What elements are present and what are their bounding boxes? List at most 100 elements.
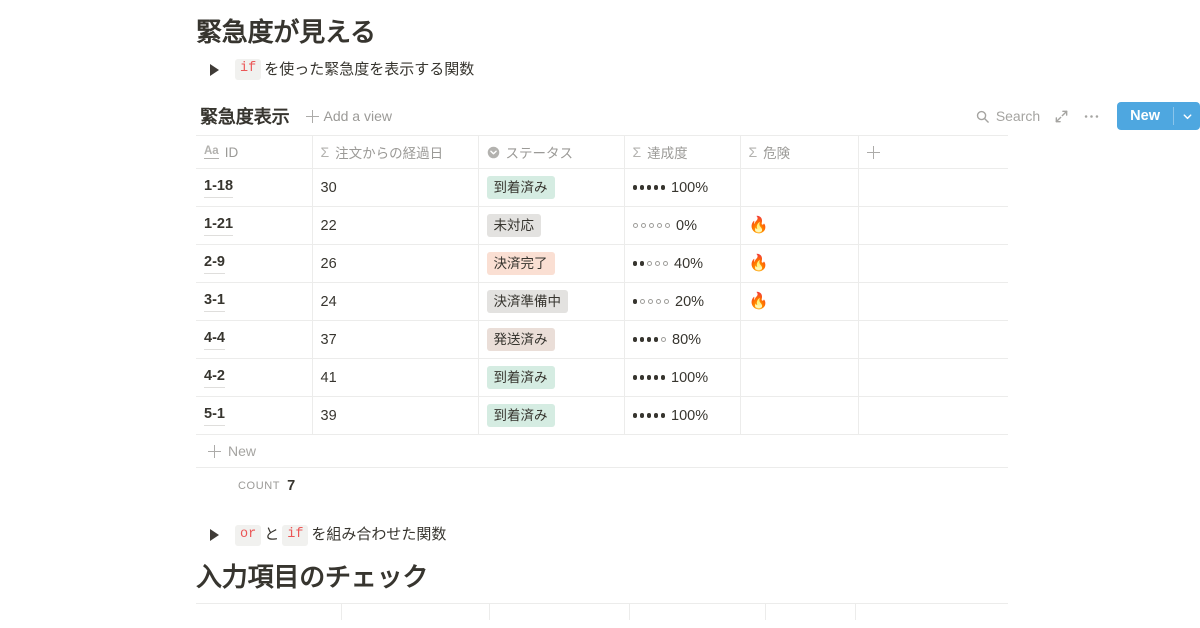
cell-status[interactable]: 決済完了 [478, 244, 625, 283]
progress-dot-filled [639, 413, 644, 418]
record-id-link[interactable]: 2-9 [204, 253, 225, 274]
cell-id[interactable]: 1-21 [196, 206, 313, 245]
table-row[interactable]: 5-1 39 到着済み 100% [196, 396, 1008, 435]
cell-id[interactable]: 5-1 [196, 396, 313, 435]
cell-status[interactable]: 到着済み [478, 396, 625, 435]
cell-risk[interactable] [740, 320, 859, 359]
column-header-id[interactable]: Aa ID [196, 135, 313, 169]
progress-dot-filled [639, 337, 644, 342]
cell-risk[interactable] [740, 358, 859, 397]
cell-risk[interactable]: 🔥 [740, 282, 859, 321]
fire-icon: 🔥 [748, 254, 769, 272]
cell-id[interactable]: 4-2 [196, 358, 313, 397]
heading-block-1: 緊急度が見える [196, 0, 1200, 55]
table-body: 1-18 30 到着済み 100% 1-21 22 未対応 0% 🔥 2-9 26 決済完了 40% 🔥 3… [196, 168, 1008, 435]
record-id-link[interactable]: 1-18 [204, 177, 234, 198]
cell-achievement[interactable]: 40% [624, 244, 741, 283]
new-record-label: New [228, 443, 257, 459]
progress-dot-filled [639, 375, 644, 380]
record-id-link[interactable]: 5-1 [204, 405, 225, 426]
cell-days[interactable]: 39 [312, 396, 479, 435]
table-row[interactable]: 1-21 22 未対応 0% 🔥 [196, 206, 1008, 245]
cell-achievement[interactable]: 20% [624, 282, 741, 321]
page-content: 緊急度が見える if を使った緊急度を表示する関数 緊急度表示 Add a vi… [196, 0, 1200, 620]
cell-days[interactable]: 24 [312, 282, 479, 321]
cell-days[interactable]: 41 [312, 358, 479, 397]
column-header-achievement[interactable]: Σ 達成度 [624, 135, 741, 169]
more-options-button[interactable] [1076, 105, 1107, 128]
cell-risk[interactable]: 🔥 [740, 206, 859, 245]
cell-status[interactable]: 決済準備中 [478, 282, 625, 321]
search-icon [975, 109, 990, 124]
cell-achievement[interactable]: 100% [624, 358, 741, 397]
cell-status[interactable]: 到着済み [478, 168, 625, 207]
new-record-row[interactable]: New [196, 435, 1008, 468]
cell-achievement[interactable]: 0% [624, 206, 741, 245]
column-header-days[interactable]: Σ 注文からの経過日 [312, 135, 479, 169]
count-summary-row[interactable]: COUNT 7 [196, 468, 1008, 504]
toggle-block-2[interactable]: or と if を組み合わせた関数 [196, 520, 1200, 551]
table-row[interactable]: 1-18 30 到着済み 100% [196, 168, 1008, 207]
table-header-row: Aa ID Σ 注文からの経過日 ステータス Σ 達成度 Σ 危険 [196, 135, 1008, 169]
database-table: Aa ID Σ 注文からの経過日 ステータス Σ 達成度 Σ 危険 1-18 3… [196, 135, 1008, 435]
cell-days[interactable]: 26 [312, 244, 479, 283]
table-row[interactable]: 4-2 41 到着済み 100% [196, 358, 1008, 397]
cell-id[interactable]: 3-1 [196, 282, 313, 321]
progress-dot-empty [648, 222, 654, 229]
page-heading-1: 緊急度が見える [196, 17, 376, 47]
new-button[interactable]: New [1117, 102, 1200, 130]
cell-achievement[interactable]: 80% [624, 320, 741, 359]
progress-dot-filled [660, 375, 665, 380]
progress-dots [632, 222, 670, 229]
cell-days[interactable]: 30 [312, 168, 479, 207]
cell-risk[interactable]: 🔥 [740, 244, 859, 283]
partial-column-6 [856, 604, 1008, 620]
cell-id[interactable]: 4-4 [196, 320, 313, 359]
cell-id[interactable]: 2-9 [196, 244, 313, 283]
cell-days[interactable]: 37 [312, 320, 479, 359]
progress-dots [632, 260, 668, 267]
expand-button[interactable] [1047, 105, 1076, 128]
plus-icon [866, 145, 880, 159]
progress-dot-filled [632, 299, 637, 304]
table-row[interactable]: 4-4 37 発送済み 80% [196, 320, 1008, 359]
cell-status[interactable]: 発送済み [478, 320, 625, 359]
cell-achievement[interactable]: 100% [624, 168, 741, 207]
table-row[interactable]: 3-1 24 決済準備中 20% 🔥 [196, 282, 1008, 321]
column-header-risk[interactable]: Σ 危険 [740, 135, 859, 169]
record-id-link[interactable]: 4-2 [204, 367, 225, 388]
expand-arrows-icon [1054, 109, 1069, 124]
progress-dot-empty [662, 260, 668, 267]
column-header-status[interactable]: ステータス [478, 135, 625, 169]
add-view-button[interactable]: Add a view [305, 108, 392, 124]
cell-achievement[interactable]: 100% [624, 396, 741, 435]
table-row[interactable]: 2-9 26 決済完了 40% 🔥 [196, 244, 1008, 283]
progress-dot-filled [632, 261, 637, 266]
search-button[interactable]: Search [968, 104, 1047, 128]
progress-dot-empty [647, 298, 653, 305]
column-header-add[interactable] [858, 135, 1008, 169]
cell-status[interactable]: 到着済み [478, 358, 625, 397]
toggle-block-1[interactable]: if を使った緊急度を表示する関数 [196, 55, 1200, 86]
triangle-right-icon[interactable] [196, 529, 232, 542]
achievement-percent: 100% [671, 407, 709, 424]
toggle-text-2: を組み合わせた関数 [311, 526, 447, 543]
progress-dot-empty [655, 298, 661, 305]
record-id-link[interactable]: 4-4 [204, 329, 225, 350]
add-view-label: Add a view [323, 108, 392, 124]
cell-days[interactable]: 22 [312, 206, 479, 245]
partial-column-3 [490, 604, 630, 620]
progress-dot-filled [660, 413, 665, 418]
cell-risk[interactable] [740, 396, 859, 435]
cell-risk[interactable] [740, 168, 859, 207]
cell-id[interactable]: 1-18 [196, 168, 313, 207]
record-id-link[interactable]: 1-21 [204, 215, 234, 236]
progress-dot-filled [646, 185, 651, 190]
chevron-down-icon[interactable] [1174, 102, 1200, 130]
record-id-link[interactable]: 3-1 [204, 291, 225, 312]
cell-empty [858, 396, 1008, 435]
cell-status[interactable]: 未対応 [478, 206, 625, 245]
database-title[interactable]: 緊急度表示 [200, 103, 290, 129]
achievement-percent: 100% [671, 179, 709, 196]
triangle-right-icon[interactable] [196, 63, 232, 76]
